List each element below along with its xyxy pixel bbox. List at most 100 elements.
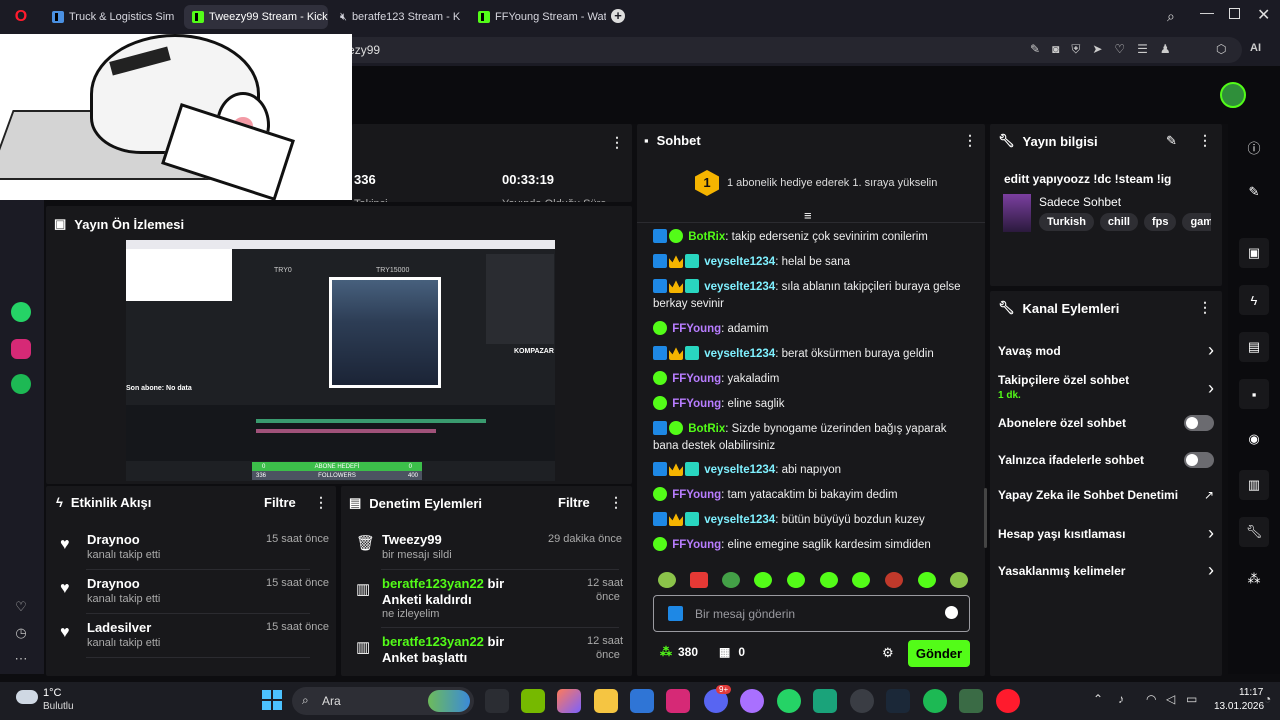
channel-actions-more-icon[interactable]: ⋮ [1198,299,1212,316]
clock-date[interactable]: 13.01.2026 [1214,701,1264,712]
taskbar-search[interactable]: ⌕ Ara [292,687,474,715]
chat-username[interactable]: veyselte1234 [704,514,775,526]
moderator-name[interactable]: beratfe123yan22 [382,576,484,591]
chat-username[interactable]: veyselte1234 [704,464,775,476]
camera-icon[interactable]: ◙ [1052,42,1059,57]
chat-username[interactable]: veyselte1234 [704,348,775,360]
instagram-icon[interactable] [666,689,690,713]
chat-username[interactable]: veyselte1234 [704,256,775,268]
slow-mode-row[interactable]: Yavaş mod › [998,340,1214,361]
battery-icon[interactable]: ▭ [1186,692,1197,706]
chat-username[interactable]: BotRix [688,423,725,435]
more-icon[interactable]: ⋯ [8,646,34,672]
info-icon[interactable]: ⓘ [1239,132,1269,162]
close-button[interactable]: ✕ [1257,5,1270,25]
chevron-up-icon[interactable]: ⌃ [1093,692,1103,706]
chat-username[interactable]: BotRix [688,231,725,243]
weather-text[interactable]: Bulutlu [43,701,74,712]
shield-icon[interactable]: ⛨ [1071,42,1080,57]
heart-icon[interactable]: ♡ [1114,42,1125,57]
gift-counter[interactable]: ▦ 0 [719,645,745,659]
emotes-only-toggle[interactable] [1184,452,1214,468]
spotify-icon[interactable] [11,374,31,394]
chat-settings-icon[interactable]: ⚙ [882,645,894,661]
tab-ffyoung[interactable]: FFYoung Stream - Watch L [470,5,606,29]
emote-icon[interactable] [950,572,968,588]
banned-words-row[interactable]: Yasaklanmış kelimeler › [998,560,1214,581]
preview-toggle-icon[interactable]: ▣ [1239,238,1269,268]
gift-leaderboard-text[interactable]: 1 abonelik hediye ederek 1. sıraya yükse… [727,177,937,189]
chat-scrollbar[interactable] [984,488,987,548]
points-icon[interactable]: ⁂ [1239,564,1269,594]
avatar[interactable] [1220,82,1246,108]
clock-time[interactable]: 11:17 [1239,687,1263,698]
obs-icon[interactable] [850,689,874,713]
emote-icon[interactable] [722,572,740,588]
chat-username[interactable]: FFYoung [672,373,721,385]
tag[interactable]: fps [1143,213,1177,231]
activity-user[interactable]: Draynoo [87,532,140,547]
wifi-icon[interactable]: ◠ [1146,692,1156,706]
chat-icon[interactable]: ▪ [1239,379,1269,409]
category-name[interactable]: Sadece Sohbet [1039,195,1121,209]
menu-icon[interactable]: ☰ [1137,42,1148,57]
app-icon[interactable] [813,689,837,713]
whatsapp-icon[interactable] [777,689,801,713]
opera-logo-icon[interactable]: O [8,4,34,30]
copilot-icon[interactable] [557,689,581,713]
emote-icon[interactable] [820,572,838,588]
chat-username[interactable]: veyselte1234 [704,281,775,293]
history-icon[interactable]: ◷ [8,620,34,646]
search-tabs-icon[interactable]: ⌕ [1167,8,1175,25]
tab-beratfe123[interactable]: 🔇︎ beratfe123 Stream - K [332,5,466,29]
channel-points[interactable]: ⁂ 380 [660,645,698,659]
heart-icon[interactable]: ♡ [8,594,34,620]
broadcast-icon[interactable]: ◉ [1239,424,1269,454]
emote-icon[interactable] [918,572,936,588]
stream-preview-video[interactable]: TRY0 TRY15000 KOMPAZAR Son abone: No dat… [126,240,555,481]
new-tab-button[interactable]: + [611,9,625,23]
account-age-row[interactable]: Hesap yaşı kısıtlaması › [998,523,1214,544]
nvidia-icon[interactable] [521,689,545,713]
chat-input-box[interactable]: Bir mesaj gönderin [653,595,970,632]
followers-only-row[interactable]: Takipçilere özel sohbet 1 dk. › [998,373,1214,403]
activity-user[interactable]: Draynoo [87,576,140,591]
aria-ai-button[interactable]: AI [1250,42,1261,54]
emote-icon[interactable] [658,572,676,588]
speaker-icon[interactable]: ◁ [1166,692,1175,706]
tab-truck[interactable]: Truck & Logistics Sim [44,5,180,29]
moderation-filter-button[interactable]: Filtre [558,495,590,510]
subscribers-only-toggle[interactable] [1184,415,1214,431]
edit-icon[interactable]: ✎ [1166,133,1177,149]
stream-info-more-icon[interactable]: ⋮ [1198,132,1212,149]
weather-temp[interactable]: 1°C [43,687,61,699]
chat-app-icon[interactable] [740,689,764,713]
store-icon[interactable] [630,689,654,713]
emote-icon[interactable] [690,572,708,588]
chat-username[interactable]: FFYoung [672,398,721,410]
file-explorer-icon[interactable] [594,689,618,713]
tag[interactable]: gaming [1182,213,1211,231]
layout-icon[interactable]: ▥ [1239,470,1269,500]
document-icon[interactable]: ▤ [1239,332,1269,362]
category-thumbnail[interactable] [1003,194,1031,232]
bolt-icon[interactable]: ϟ [1239,285,1269,315]
send-button[interactable]: Gönder [908,640,970,667]
ai-moderation-row[interactable]: Yapay Zeka ile Sohbet Denetimi ↗ [998,488,1214,502]
pencil-icon[interactable]: ✎ [1239,177,1269,207]
edit-icon[interactable]: ✎ [1030,42,1040,57]
maximize-button[interactable] [1229,8,1240,19]
steam-icon[interactable] [886,689,910,713]
activity-filter-button[interactable]: Filtre [264,495,296,510]
emote-icon[interactable] [754,572,772,588]
chat-more-icon[interactable]: ⋮ [963,132,977,149]
emoji-picker-icon[interactable] [945,606,958,619]
tag[interactable]: Turkish [1039,213,1094,231]
game-icon[interactable] [959,689,983,713]
pinned-toggle-icon[interactable]: ≡ [804,208,812,223]
emote-icon[interactable] [852,572,870,588]
moderator-name[interactable]: Tweezy99 [382,532,442,547]
tag[interactable]: chill [1099,213,1138,231]
activity-more-icon[interactable]: ⋮ [314,494,328,511]
moderation-more-icon[interactable]: ⋮ [609,494,623,511]
